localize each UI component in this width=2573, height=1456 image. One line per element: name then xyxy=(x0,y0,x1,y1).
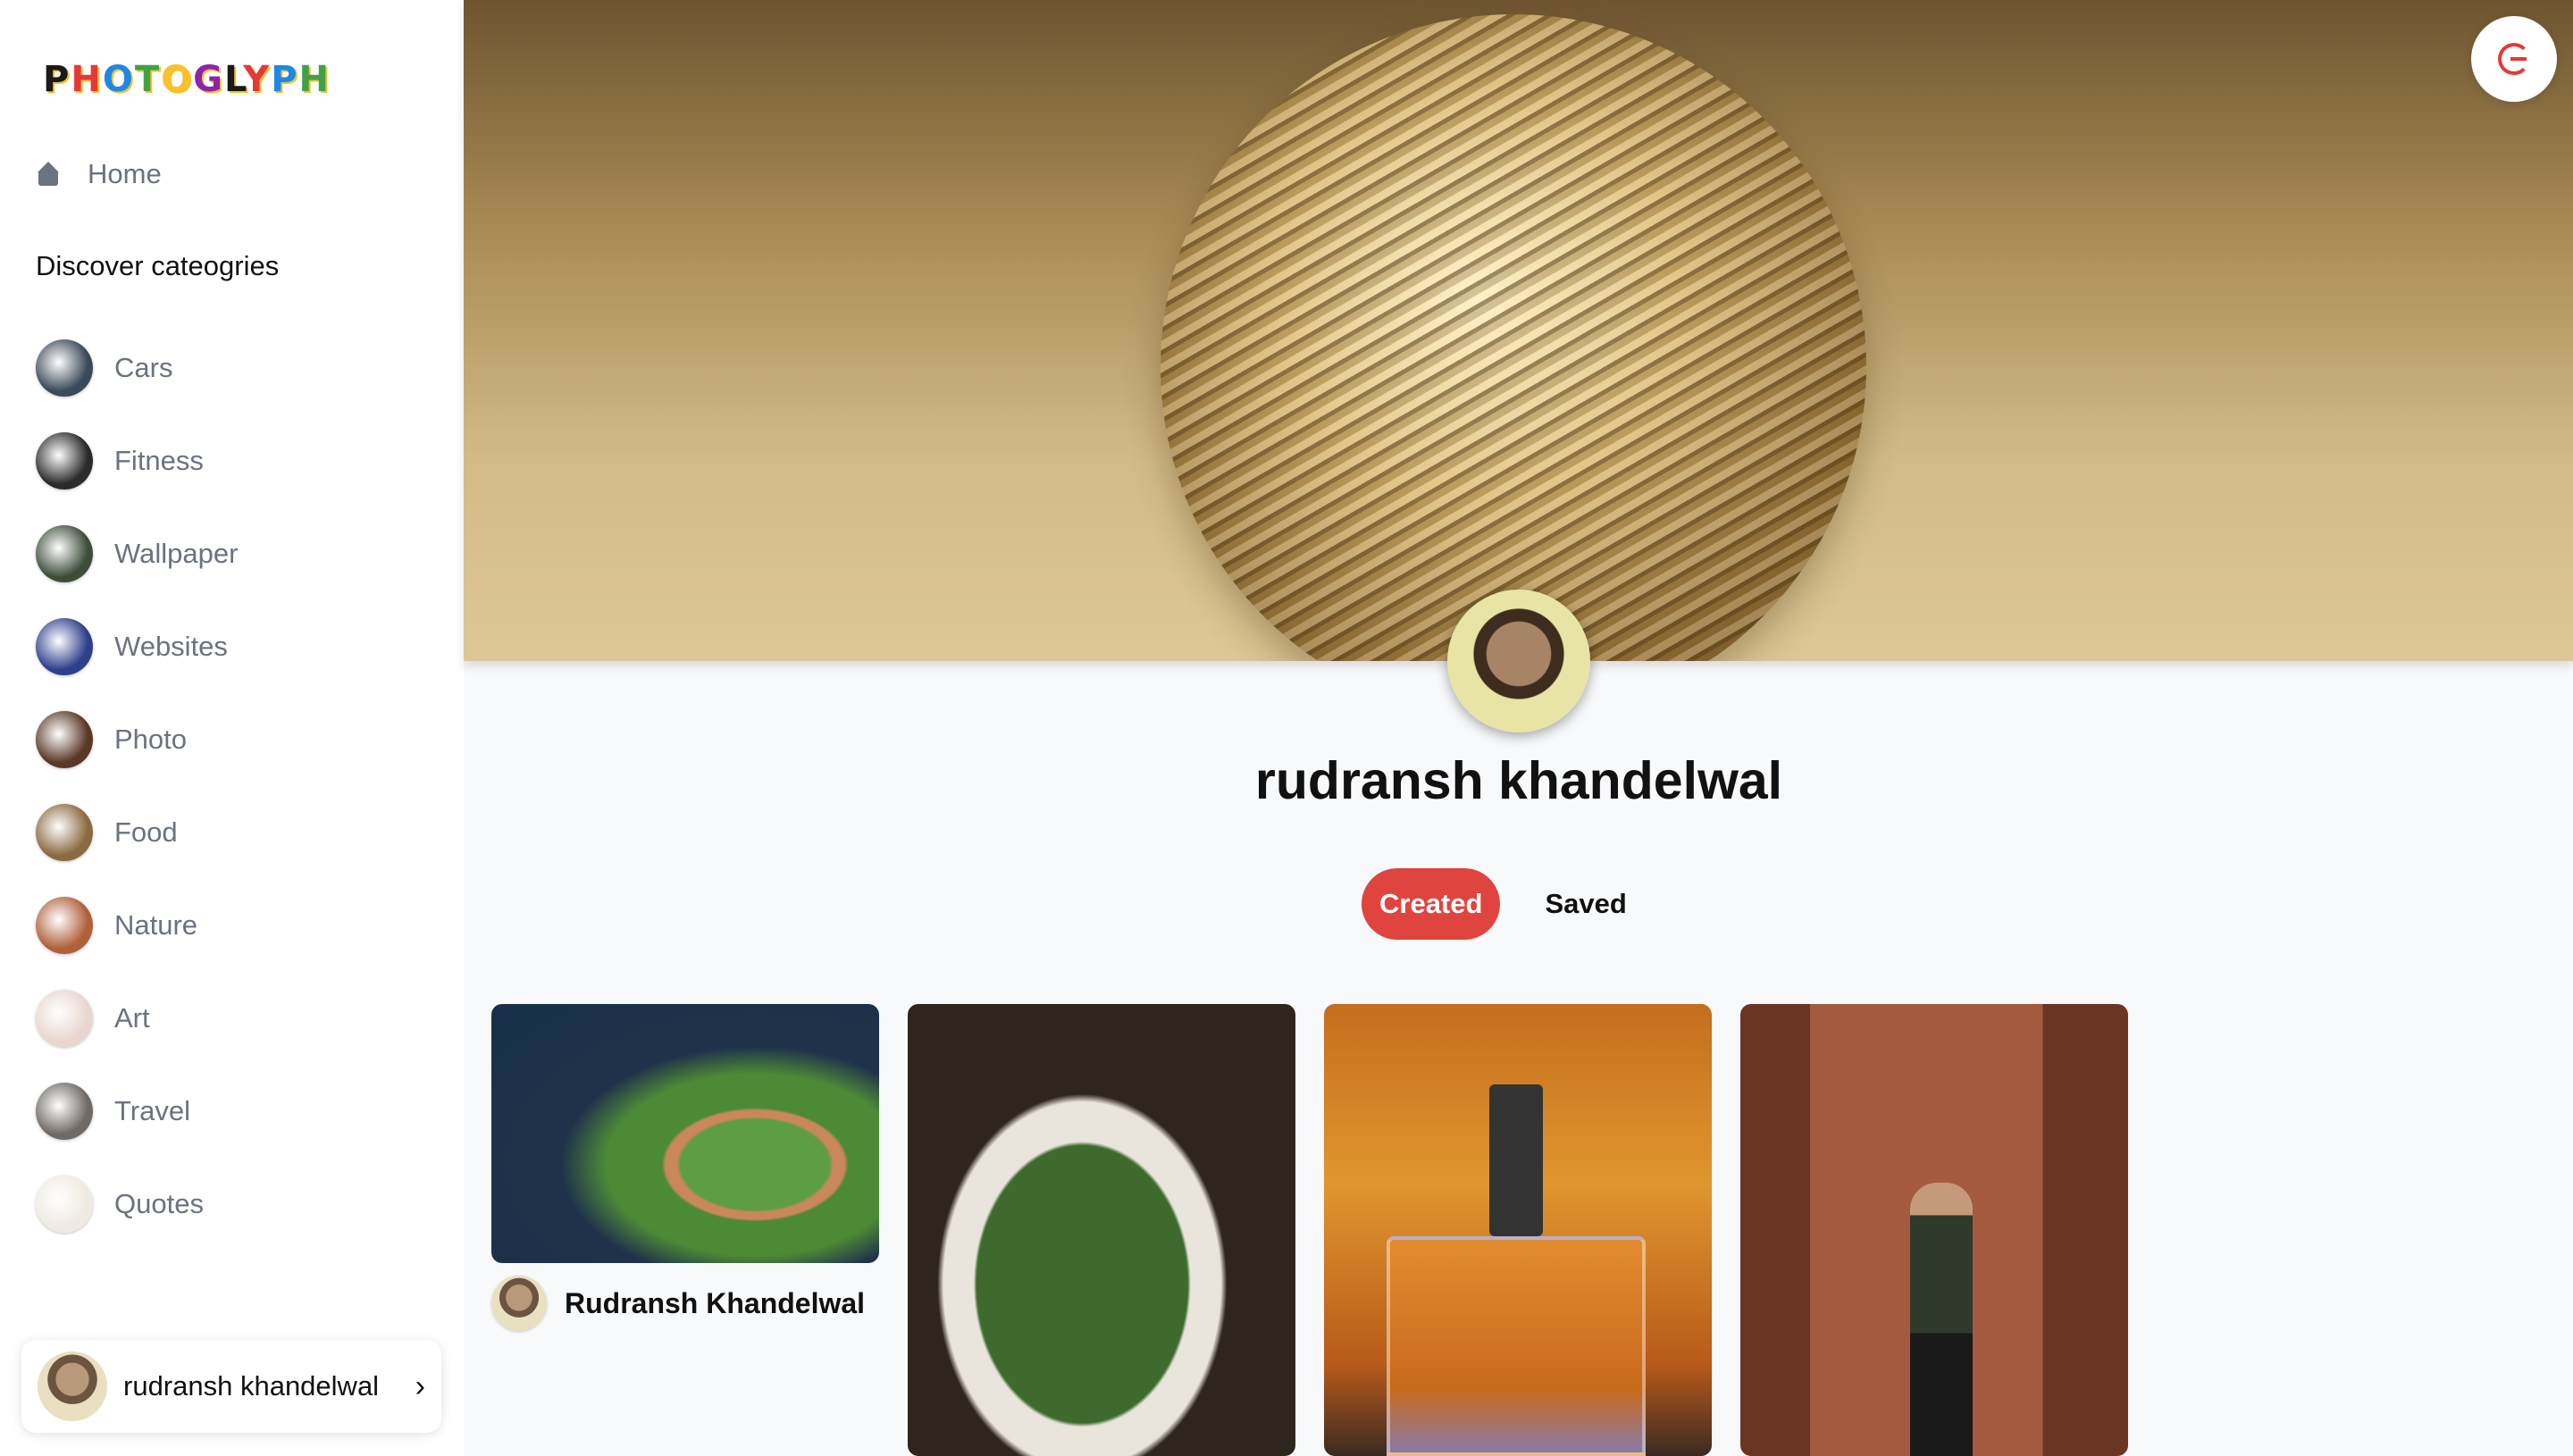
category-thumbnail xyxy=(36,1083,93,1140)
category-thumbnail xyxy=(36,897,93,954)
profile-banner xyxy=(464,0,2573,661)
sidebar-item-food[interactable]: Food xyxy=(36,786,238,879)
category-thumbnail xyxy=(36,1176,93,1233)
logo-letter: L xyxy=(223,59,244,100)
sidebar-item-wallpaper[interactable]: Wallpaper xyxy=(36,507,238,600)
pin-card[interactable] xyxy=(1324,1004,1712,1456)
logo-letter: O xyxy=(161,59,194,100)
tab-created[interactable]: Created xyxy=(1362,868,1501,940)
avatar xyxy=(38,1351,107,1421)
logo-letter: P xyxy=(271,59,299,100)
pin-image[interactable] xyxy=(908,1004,1295,1456)
pin-author[interactable]: Rudransh Khandelwal xyxy=(491,1276,879,1331)
sidebar-item-nature[interactable]: Nature xyxy=(36,879,238,972)
person-silhouette xyxy=(1910,1183,1973,1456)
sidebar-item-label: Wallpaper xyxy=(114,538,239,569)
sidebar-item-fitness[interactable]: Fitness xyxy=(36,414,238,507)
perfume-cap-shape xyxy=(1489,1084,1543,1236)
perfume-bottle-shape xyxy=(1387,1236,1646,1456)
home-icon xyxy=(36,162,61,187)
sidebar-item-home[interactable]: Home xyxy=(36,150,162,198)
sidebar-item-label: Travel xyxy=(114,1095,190,1126)
category-thumbnail xyxy=(36,804,93,861)
sidebar-item-label: Quotes xyxy=(114,1188,204,1219)
logo-letter: O xyxy=(102,59,135,100)
sidebar-item-label: Nature xyxy=(114,909,198,941)
sidebar-item-websites[interactable]: Websites xyxy=(36,600,238,693)
banner-image xyxy=(1161,14,1866,661)
avatar xyxy=(491,1276,547,1331)
pin-author-name: Rudransh Khandelwal xyxy=(565,1286,866,1319)
logo-letter: H xyxy=(298,59,331,100)
discover-heading: Discover cateogries xyxy=(36,250,280,281)
logo-letter: P xyxy=(43,59,71,100)
sidebar: PHOTOGLYPH Home Discover cateogries Cars… xyxy=(0,0,464,1456)
logo-letter: Y xyxy=(243,59,272,100)
logo-letter: H xyxy=(71,59,103,100)
current-user-name: rudransh khandelwal xyxy=(123,1370,380,1402)
pin-image[interactable] xyxy=(491,1004,879,1263)
sidebar-item-label: Food xyxy=(114,816,178,848)
sidebar-item-travel[interactable]: Travel xyxy=(36,1065,238,1158)
sidebar-item-label: Art xyxy=(114,1002,150,1033)
sidebar-item-photo[interactable]: Photo xyxy=(36,693,238,786)
logout-button[interactable] xyxy=(2471,16,2557,102)
sidebar-item-quotes[interactable]: Quotes xyxy=(36,1158,238,1251)
category-thumbnail xyxy=(36,432,93,490)
category-thumbnail xyxy=(36,618,93,675)
pin-card[interactable] xyxy=(908,1004,1295,1456)
sidebar-item-label: Cars xyxy=(114,352,173,383)
chevron-right-icon: › xyxy=(415,1368,425,1403)
pin-card[interactable]: Rudransh Khandelwal xyxy=(491,1004,879,1456)
sidebar-item-label: Home xyxy=(88,158,162,189)
pin-card[interactable] xyxy=(1740,1004,2128,1456)
logo-letter: G xyxy=(193,59,224,100)
profile-avatar xyxy=(1447,590,1590,732)
category-thumbnail xyxy=(36,990,93,1047)
sidebar-item-art[interactable]: Art xyxy=(36,972,238,1065)
sidebar-item-label: Websites xyxy=(114,631,228,662)
pin-image[interactable] xyxy=(1740,1004,2128,1456)
profile-name: rudransh khandelwal xyxy=(1254,751,1783,810)
category-thumbnail xyxy=(36,339,93,397)
logout-icon xyxy=(2498,43,2530,75)
logo-letter: T xyxy=(134,59,162,100)
sidebar-item-cars[interactable]: Cars xyxy=(36,322,238,414)
app-logo[interactable]: PHOTOGLYPH xyxy=(43,59,331,100)
category-thumbnail xyxy=(36,711,93,768)
category-list: Cars Fitness Wallpaper Websites Photo Food Nat… xyxy=(36,322,238,1251)
current-user-card[interactable]: rudransh khandelwal › xyxy=(21,1340,441,1433)
tab-saved[interactable]: Saved xyxy=(1527,868,1644,940)
category-thumbnail xyxy=(36,525,93,582)
pin-grid: Rudransh Khandelwal xyxy=(491,1004,2128,1456)
sidebar-item-label: Fitness xyxy=(114,445,204,476)
sidebar-item-label: Photo xyxy=(114,724,188,755)
profile-tabs: Created Saved xyxy=(1362,868,1645,940)
pin-image[interactable] xyxy=(1324,1004,1712,1456)
